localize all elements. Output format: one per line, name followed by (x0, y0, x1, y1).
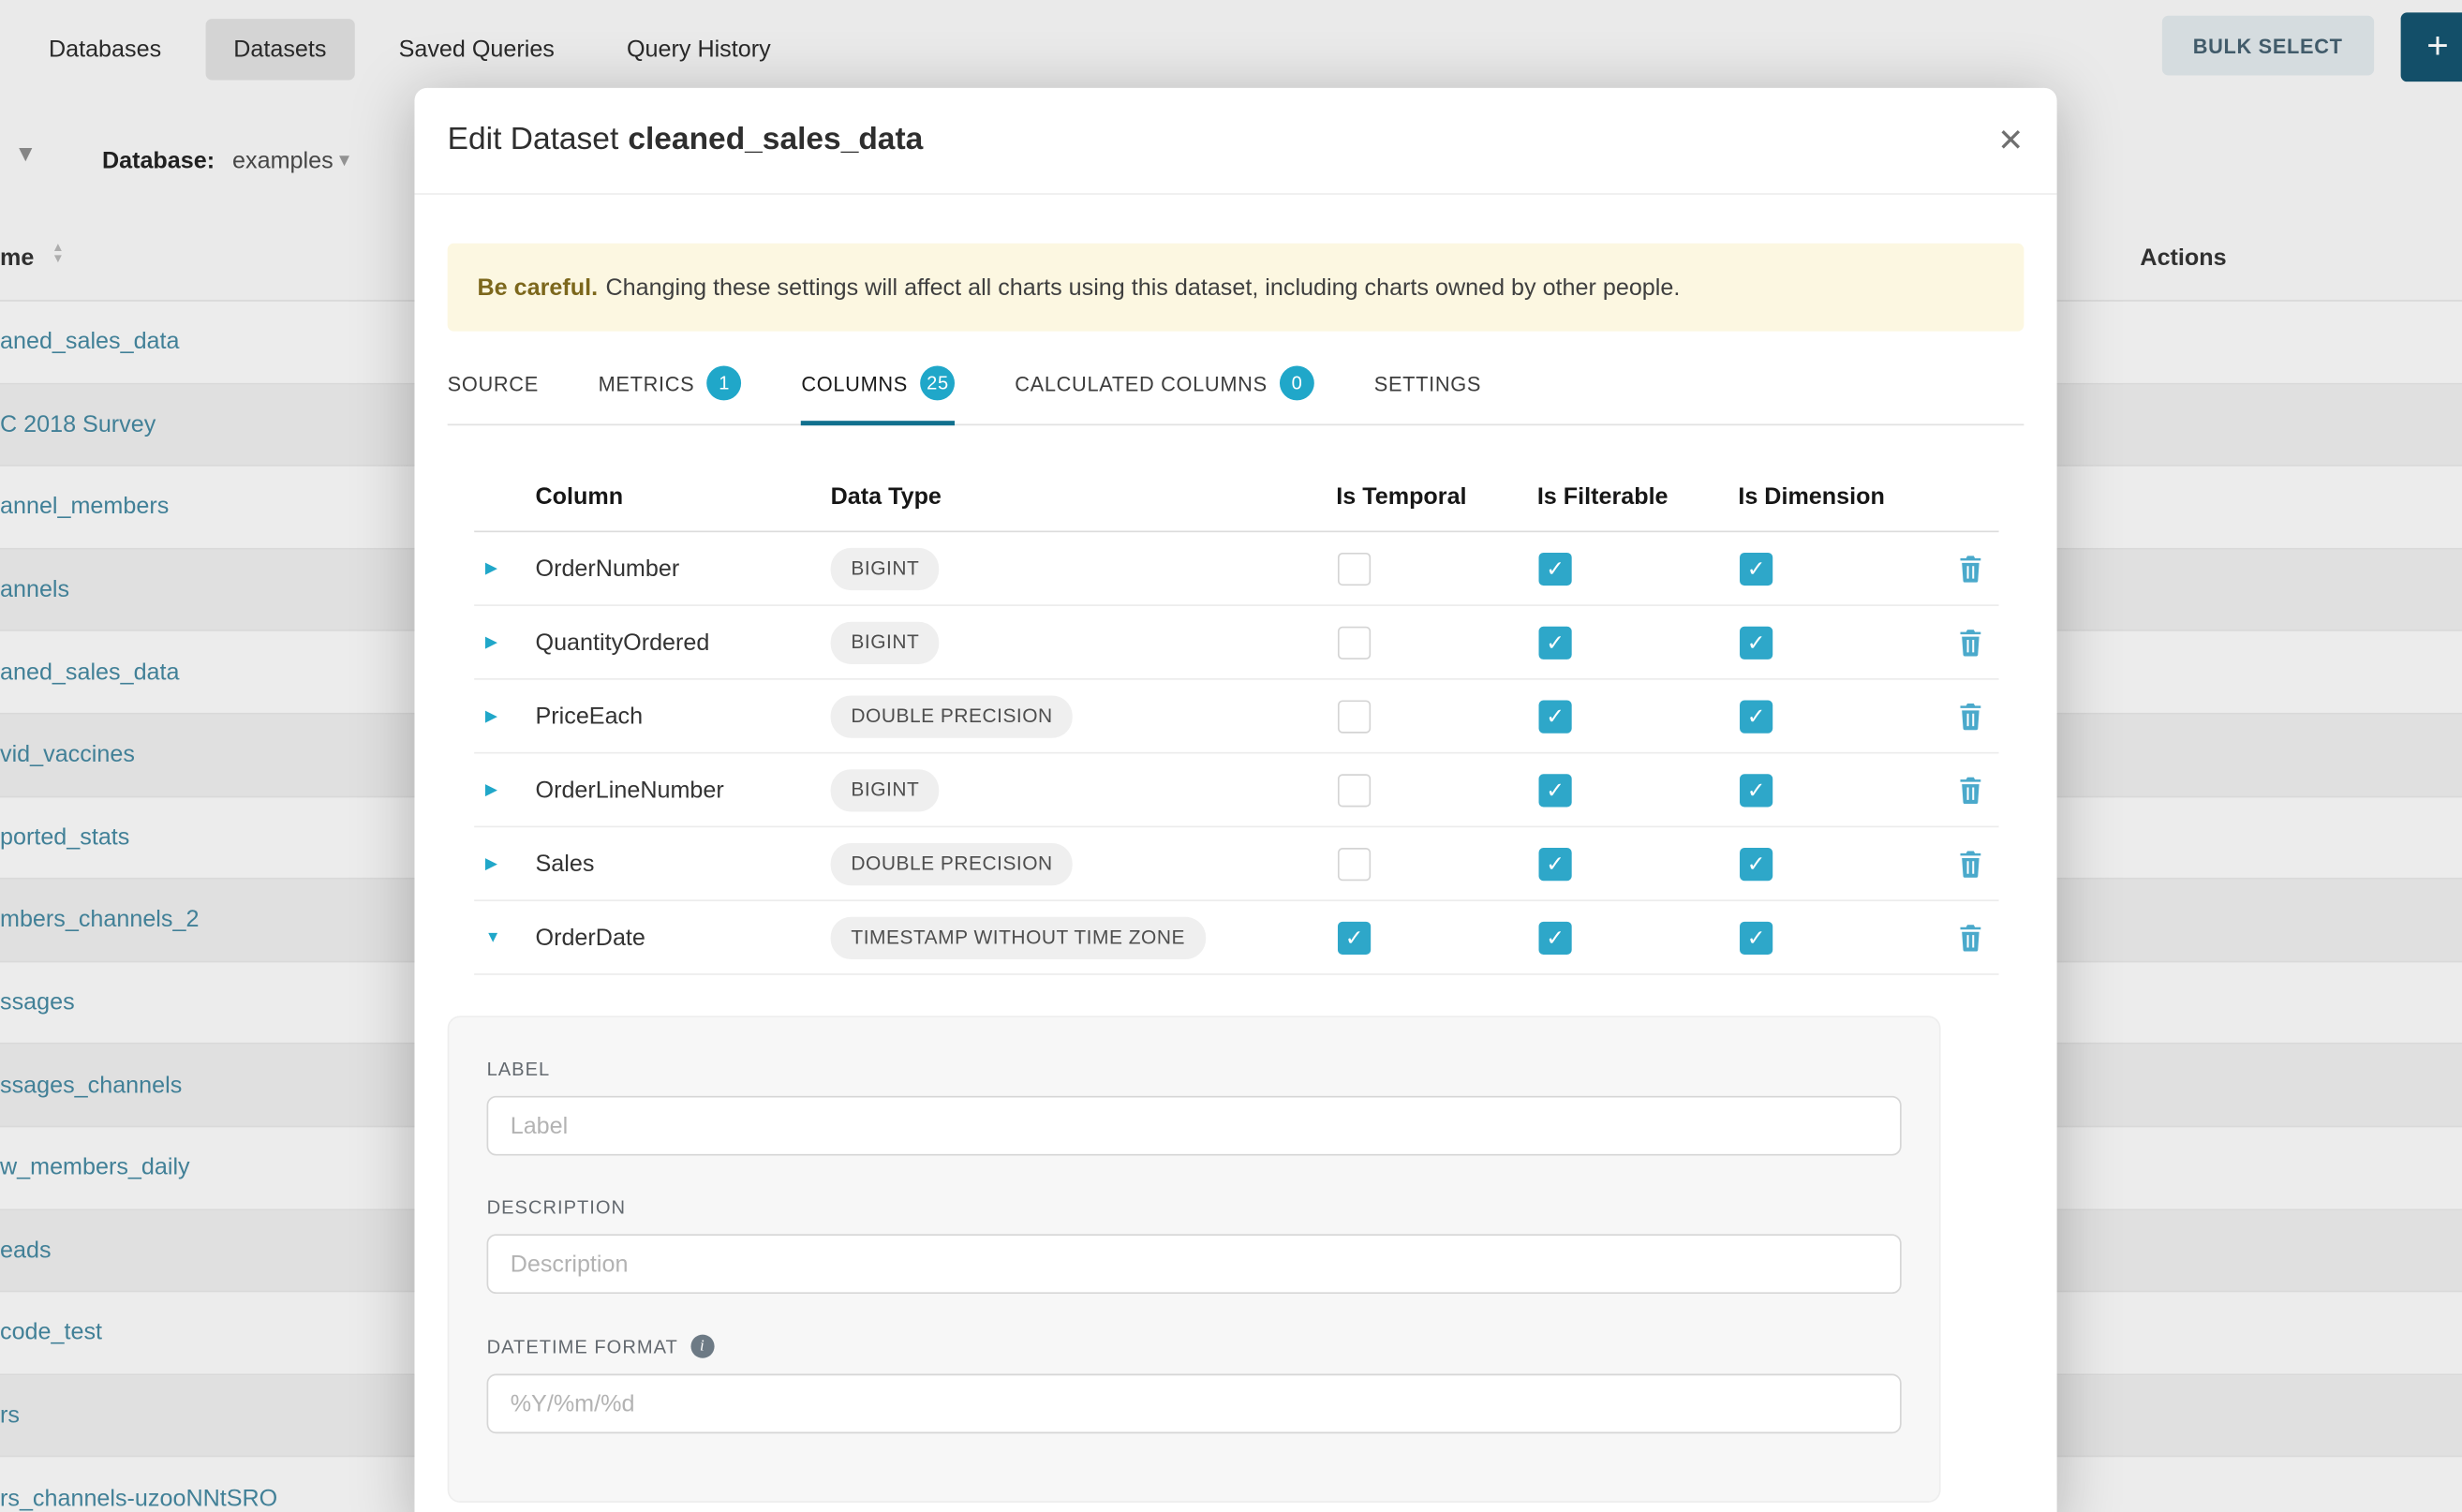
is-filterable-checkbox[interactable]: ✓ (1538, 700, 1571, 733)
tab-count-badge: 1 (707, 366, 742, 401)
is-filterable-checkbox[interactable]: ✓ (1538, 921, 1571, 954)
is-dimension-checkbox[interactable]: ✓ (1740, 626, 1772, 659)
tab-metrics[interactable]: METRICS 1 (599, 366, 742, 424)
trash-icon[interactable] (1958, 703, 1983, 729)
trash-icon[interactable] (1958, 851, 1983, 877)
tab-calculated-columns[interactable]: CALCULATED COLUMNS 0 (1015, 366, 1314, 424)
tab-count-badge: 0 (1280, 366, 1314, 401)
expand-caret-icon[interactable]: ▶ (474, 560, 535, 577)
data-type-pill: TIMESTAMP WITHOUT TIME ZONE (831, 916, 1206, 958)
trash-icon[interactable] (1958, 555, 1983, 581)
is-dimension-checkbox[interactable]: ✓ (1740, 552, 1772, 585)
is-temporal-checkbox[interactable] (1338, 700, 1371, 733)
modal-title: Edit Datasetcleaned_sales_data (448, 123, 924, 159)
tab-label: CALCULATED COLUMNS (1015, 371, 1268, 394)
column-name: OrderNumber (536, 555, 831, 581)
data-type-pill: DOUBLE PRECISION (831, 842, 1074, 884)
is-filterable-checkbox[interactable]: ✓ (1538, 626, 1571, 659)
datetime-format-field-group: DATETIME FORMAT i (487, 1335, 1902, 1434)
columns-table-header-row: Column Data Type Is Temporal Is Filterab… (474, 463, 1998, 532)
expand-caret-icon[interactable]: ▶ (474, 855, 535, 872)
is-filterable-header: Is Filterable (1537, 483, 1739, 510)
trash-icon[interactable] (1958, 777, 1983, 803)
expand-caret-icon[interactable]: ▶ (474, 633, 535, 650)
tab-label: SETTINGS (1374, 371, 1481, 394)
is-dimension-checkbox[interactable]: ✓ (1740, 700, 1772, 733)
tab-columns[interactable]: COLUMNS 25 (801, 366, 955, 424)
label-input[interactable] (487, 1096, 1902, 1156)
label-field-label: LABEL (487, 1059, 1902, 1080)
description-field-label: DESCRIPTION (487, 1196, 1902, 1218)
is-temporal-checkbox[interactable] (1338, 626, 1371, 659)
column-row: ▶ OrderLineNumber BIGINT ✓ ✓ (474, 753, 1998, 827)
expand-caret-icon[interactable]: ▶ (474, 707, 535, 724)
modal-body: Be careful. Changing these settings will… (414, 244, 2056, 1503)
is-filterable-checkbox[interactable]: ✓ (1538, 552, 1571, 585)
modal-header: Edit Datasetcleaned_sales_data ✕ (414, 88, 2056, 195)
app-root: DatabasesDatasetsSaved QueriesQuery Hist… (0, 0, 2462, 1512)
warning-banner: Be careful. Changing these settings will… (448, 244, 2024, 332)
warning-text: Changing these settings will affect all … (605, 274, 1680, 300)
is-temporal-checkbox[interactable] (1338, 847, 1371, 880)
info-icon[interactable]: i (690, 1335, 714, 1358)
column-header: Column (536, 483, 831, 510)
data-type-header: Data Type (831, 483, 1337, 510)
is-filterable-checkbox[interactable]: ✓ (1538, 773, 1571, 806)
column-name: OrderDate (536, 924, 831, 950)
column-name: QuantityOrdered (536, 629, 831, 655)
datetime-format-field-label: DATETIME FORMAT (487, 1335, 678, 1356)
description-input[interactable] (487, 1234, 1902, 1294)
column-row: ▶ QuantityOrdered BIGINT ✓ ✓ (474, 606, 1998, 680)
label-field-group: LABEL (487, 1059, 1902, 1156)
tab-count-badge: 25 (920, 366, 955, 401)
data-type-pill: BIGINT (831, 547, 940, 589)
column-row: ▶ Sales DOUBLE PRECISION ✓ ✓ (474, 827, 1998, 901)
columns-table-body: ▶ OrderNumber BIGINT ✓ ✓ ▶ QuantityOrder… (474, 532, 1998, 975)
modal-title-dataset-name: cleaned_sales_data (628, 123, 923, 157)
tab-label: SOURCE (448, 371, 539, 394)
column-name: Sales (536, 851, 831, 877)
modal-tab-list: SOURCE METRICS 1 COLUMNS 25 CALCULATED COLUMN… (448, 366, 2024, 426)
data-type-pill: BIGINT (831, 621, 940, 663)
column-editor-panel: LABEL DESCRIPTION DATETIME FORMAT i (448, 1015, 1941, 1503)
column-row: ▶ OrderNumber BIGINT ✓ ✓ (474, 532, 1998, 606)
column-row: ▼ OrderDate TIMESTAMP WITHOUT TIME ZONE … (474, 901, 1998, 975)
is-filterable-checkbox[interactable]: ✓ (1538, 847, 1571, 880)
tab-source[interactable]: SOURCE (448, 366, 539, 424)
expand-caret-icon[interactable]: ▶ (474, 781, 535, 798)
edit-dataset-modal: Edit Datasetcleaned_sales_data ✕ Be care… (414, 88, 2056, 1512)
tab-settings[interactable]: SETTINGS (1374, 366, 1481, 424)
is-dimension-checkbox[interactable]: ✓ (1740, 847, 1772, 880)
column-name: PriceEach (536, 703, 831, 729)
columns-table: Column Data Type Is Temporal Is Filterab… (474, 463, 1998, 974)
description-field-group: DESCRIPTION (487, 1196, 1902, 1294)
is-temporal-checkbox[interactable]: ✓ (1338, 921, 1371, 954)
expand-caret-icon[interactable]: ▼ (474, 928, 535, 945)
tab-label: METRICS (599, 371, 695, 394)
column-name: OrderLineNumber (536, 777, 831, 803)
is-dimension-checkbox[interactable]: ✓ (1740, 773, 1772, 806)
is-dimension-checkbox[interactable]: ✓ (1740, 921, 1772, 954)
close-icon[interactable]: ✕ (1997, 121, 2024, 160)
is-temporal-checkbox[interactable] (1338, 552, 1371, 585)
warning-bold-text: Be careful. (478, 274, 599, 300)
tab-label: COLUMNS (801, 371, 908, 394)
is-temporal-header: Is Temporal (1336, 483, 1537, 510)
datetime-format-input[interactable] (487, 1374, 1902, 1434)
data-type-pill: DOUBLE PRECISION (831, 695, 1074, 737)
is-temporal-checkbox[interactable] (1338, 773, 1371, 806)
is-dimension-header: Is Dimension (1738, 483, 1939, 510)
column-row: ▶ PriceEach DOUBLE PRECISION ✓ ✓ (474, 680, 1998, 754)
trash-icon[interactable] (1958, 629, 1983, 655)
trash-icon[interactable] (1958, 924, 1983, 950)
data-type-pill: BIGINT (831, 768, 940, 810)
